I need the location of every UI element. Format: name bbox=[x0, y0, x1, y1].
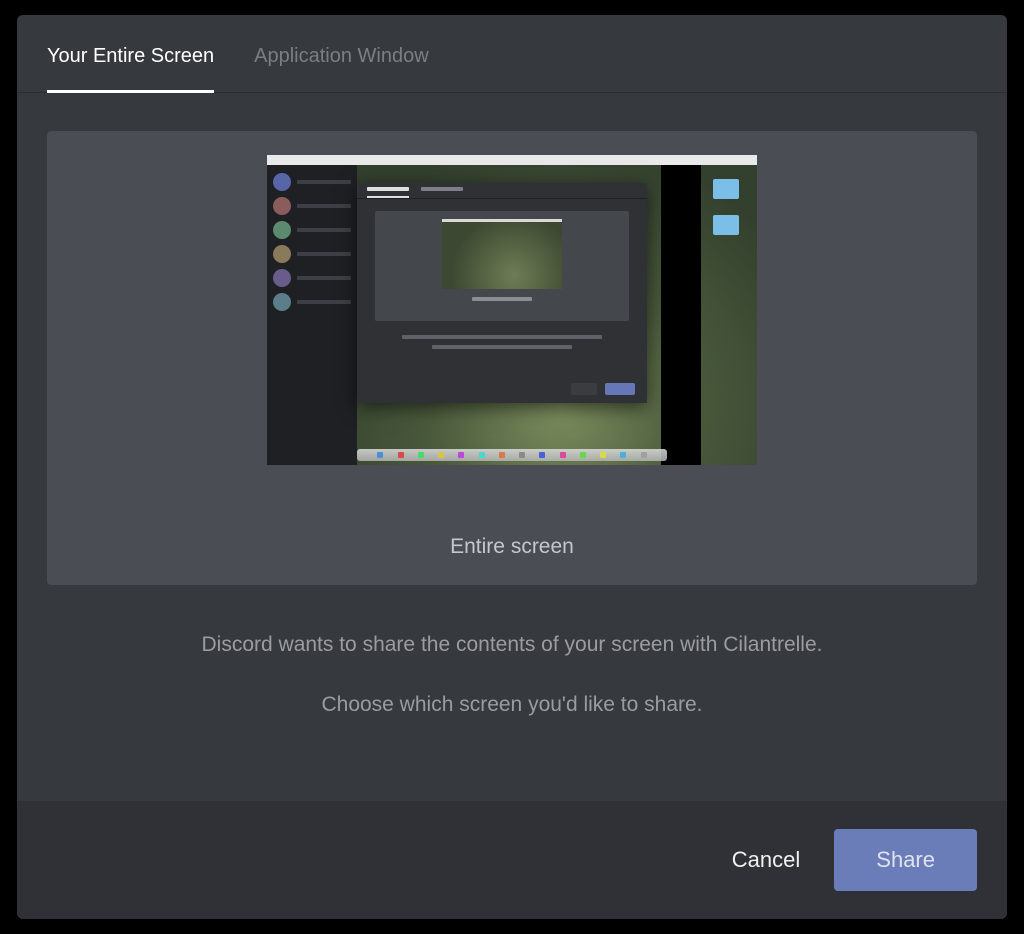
description-line-2: Choose which screen you'd like to share. bbox=[202, 689, 823, 721]
share-button[interactable]: Share bbox=[834, 829, 977, 891]
preview-caption: Entire screen bbox=[450, 535, 574, 559]
screen-preview-card[interactable]: Entire screen bbox=[47, 131, 977, 585]
modal-description: Discord wants to share the contents of y… bbox=[202, 629, 823, 720]
tab-bar: Your Entire Screen Application Window bbox=[17, 15, 1007, 93]
tab-entire-screen[interactable]: Your Entire Screen bbox=[47, 45, 214, 92]
tab-application-window[interactable]: Application Window bbox=[254, 45, 429, 92]
description-line-1: Discord wants to share the contents of y… bbox=[202, 629, 823, 661]
modal-content: Entire screen Discord wants to share the… bbox=[17, 93, 1007, 801]
cancel-button[interactable]: Cancel bbox=[732, 847, 800, 873]
screen-thumbnail bbox=[267, 155, 757, 465]
modal-footer: Cancel Share bbox=[17, 801, 1007, 919]
screen-share-modal: Your Entire Screen Application Window bbox=[17, 15, 1007, 919]
